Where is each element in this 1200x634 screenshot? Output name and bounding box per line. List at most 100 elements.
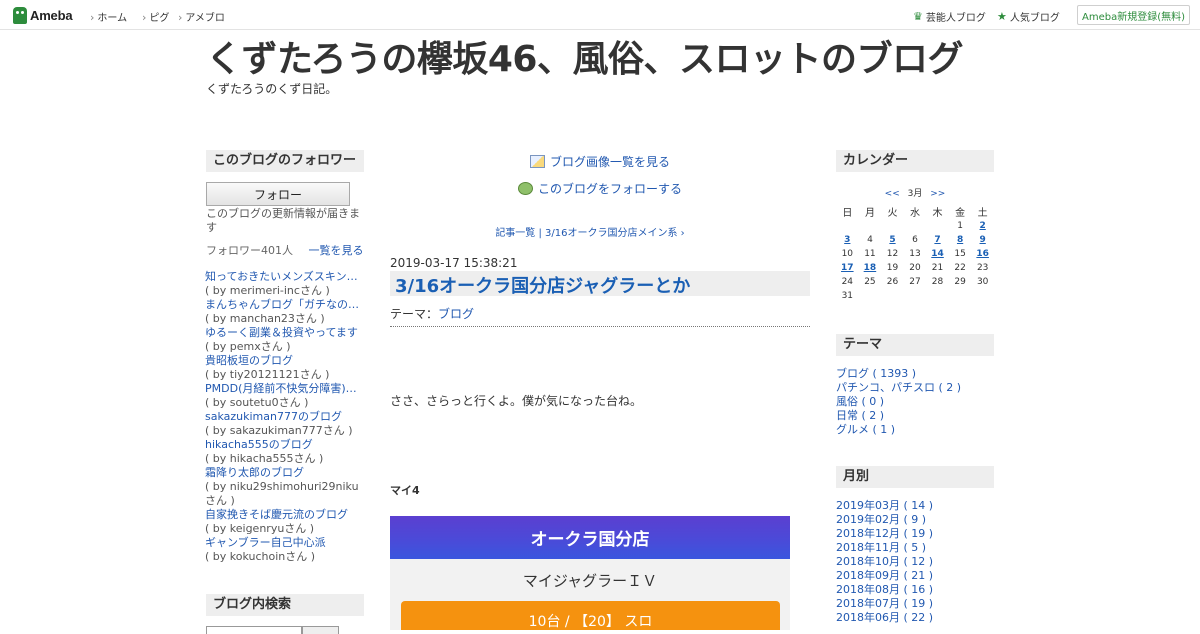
follower-blog-link[interactable]: まんちゃんブログ「ガチなの？」 [205,298,365,312]
theme-heading: テーマ [836,334,994,356]
blog-title[interactable]: くずたろうの欅坂46、風俗、スロットのブログ [206,30,963,82]
calendar-day: 22 [954,263,966,273]
month-item-link[interactable]: 2018年08月 ( 16 ) [836,583,996,597]
follower-blog-link[interactable]: PMDD(月経前不快気分障害)と… [205,382,365,396]
calendar-weekday: 火 [887,208,898,219]
follow-blog-link[interactable]: このブログをフォローする [518,180,682,197]
calendar-day: 6 [912,235,918,245]
follower-author: ( by manchan23さん ) [205,312,325,325]
calendar-day[interactable]: 9 [971,233,994,247]
monthly-heading: 月別 [836,466,994,488]
blog-search-button[interactable] [302,626,339,634]
see-all-followers-link[interactable]: 一覧を見る [309,244,364,257]
calendar-day[interactable]: 3 [836,233,859,247]
popular-blog-link[interactable]: ★ 人気ブログ [997,9,1060,24]
calendar-day: 26 [886,277,899,287]
follower-blog-link[interactable]: 霜降り太郎のブログ [205,466,365,480]
calendar-day[interactable]: 2 [971,219,994,233]
theme-item-link[interactable]: グルメ ( 1 ) [836,423,996,437]
follower-author: ( by pemxさん ) [205,340,291,353]
calendar-day [971,289,994,303]
calendar-day: 20 [909,263,921,273]
calendar-next-link[interactable]: >> [930,189,945,199]
follower-blog-link[interactable]: ギャンブラー自己中心派 [205,536,365,550]
month-item-link[interactable]: 2018年10月 ( 12 ) [836,555,996,569]
entry-theme: テーマ：ブログ [390,305,474,322]
follower-blog-link[interactable]: ゆるーく副業＆投資やってます [205,326,365,340]
calendar-weekday: 日 [842,208,853,219]
entry-subheading: マイ4 [390,484,420,497]
calendar-day[interactable]: 17 [836,261,859,275]
calendar-day: 31 [841,291,854,301]
follower-blog-link[interactable]: hikacha555のブログ [205,438,365,452]
calendar-day: 30 [976,277,989,287]
theme-item-link[interactable]: 風俗 ( 0 ) [836,395,996,409]
calendar-prev-link[interactable]: << [885,189,900,199]
top-bar: Ameba ホーム ピグ アメブロ ♛ 芸能人ブログ ★ 人気ブログ Ameba… [0,0,1200,30]
calendar-day: 21 [931,263,944,273]
month-item-link[interactable]: 2018年06月 ( 22 ) [836,611,996,625]
calendar-day [881,289,903,303]
blog-search-input[interactable] [206,626,302,634]
calendar-day[interactable]: 16 [971,247,994,261]
calendar-day: 4 [867,235,873,245]
calendar-day: 19 [886,263,899,273]
month-item-link[interactable]: 2018年07月 ( 19 ) [836,597,996,611]
nav-ameblo[interactable]: アメブロ [178,9,225,24]
theme-item-link[interactable]: 日常 ( 2 ) [836,409,996,423]
calendar-day [949,289,971,303]
calendar-day[interactable]: 18 [859,261,882,275]
image-list-label: ブログ画像一覧を見る [550,155,671,169]
month-item-link[interactable]: 2018年12月 ( 19 ) [836,527,996,541]
calendar-day[interactable]: 7 [926,233,949,247]
theme-item-link[interactable]: ブログ ( 1393 ) [836,367,996,381]
calendar-day: 25 [864,277,876,287]
image-list-link[interactable]: ブログ画像一覧を見る [530,153,670,170]
follower-author: ( by niku29shimohuri29nikuさん ) [205,480,359,507]
calendar-day [926,289,949,303]
monthly-list: 2019年03月 ( 14 ) 2019年02月 ( 9 ) 2018年12月 ( … [836,499,996,625]
follow-button[interactable]: フォロー [206,182,350,206]
calendar-day [904,289,926,303]
calendar-day[interactable]: 14 [926,247,949,261]
signup-button[interactable]: Ameba新規登録(無料) [1077,5,1190,25]
blog-description: くずたろうのくず日記。 [206,82,338,96]
month-item-link[interactable]: 2018年09月 ( 21 ) [836,569,996,583]
celebrity-blog-link[interactable]: ♛ 芸能人ブログ [913,9,986,24]
calendar-day: 13 [909,249,921,259]
theme-list: ブログ ( 1393 ) パチンコ、パチスロ ( 2 ) 風俗 ( 0 ) 日常 ( … [836,367,996,437]
calendar-day: 29 [954,277,966,287]
month-item-link[interactable]: 2019年03月 ( 14 ) [836,499,996,513]
follower-blog-link[interactable]: 貴昭板垣のブログ [205,354,365,368]
calendar-day[interactable]: 8 [949,233,971,247]
month-item-link[interactable]: 2018年11月 ( 5 ) [836,541,996,555]
theme-label: テーマ： [390,307,439,321]
calendar-day: 15 [954,249,966,259]
star-icon: ★ [997,10,1007,23]
follower-author: ( by keigenryuさん ) [205,522,315,535]
follower-author: ( by tiy20121121さん ) [205,368,330,381]
entry-body-text: ささ、さらっと行くよ。僕が気になった台ね。 [390,394,643,408]
ameba-logo[interactable]: Ameba [13,6,73,24]
follower-author: ( by hikacha555さん ) [205,452,324,465]
entry-navigation[interactable]: 記事一覧 | 3/16オークラ国分店メイン系 › [390,224,790,239]
calendar-day: 23 [976,263,989,273]
calendar-day[interactable]: 5 [881,233,903,247]
month-item-link[interactable]: 2019年02月 ( 9 ) [836,513,996,527]
machine-rate-button[interactable]: 10台 / 【20】 スロ [401,601,780,630]
follower-blog-link[interactable]: sakazukiman777のブログ [205,410,365,424]
follower-blog-link[interactable]: 自家挽きそば慶元流のブログ [205,508,365,522]
follower-list: 知っておきたいメンズスキンケア( by merimeri-incさん ) まんちゃ… [205,270,365,564]
follower-blog-link[interactable]: 知っておきたいメンズスキンケア [205,270,365,284]
follower-count-row: フォロワー401人 一覧を見る [206,242,364,258]
follower-author: ( by sakazukiman777さん ) [205,424,353,437]
theme-item-link[interactable]: パチンコ、パチスロ ( 2 ) [836,381,996,395]
theme-link[interactable]: ブログ [438,307,474,321]
calendar-day: 12 [886,249,899,259]
calendar-day: 1 [957,221,963,231]
calendar-nav: << 3月 >> [836,186,994,199]
calendar-weekday: 土 [977,208,988,219]
nav-pigg[interactable]: ピグ [142,9,169,24]
entry-title[interactable]: 3/16オークラ国分店ジャグラーとか [395,272,690,298]
nav-home[interactable]: ホーム [90,9,127,24]
